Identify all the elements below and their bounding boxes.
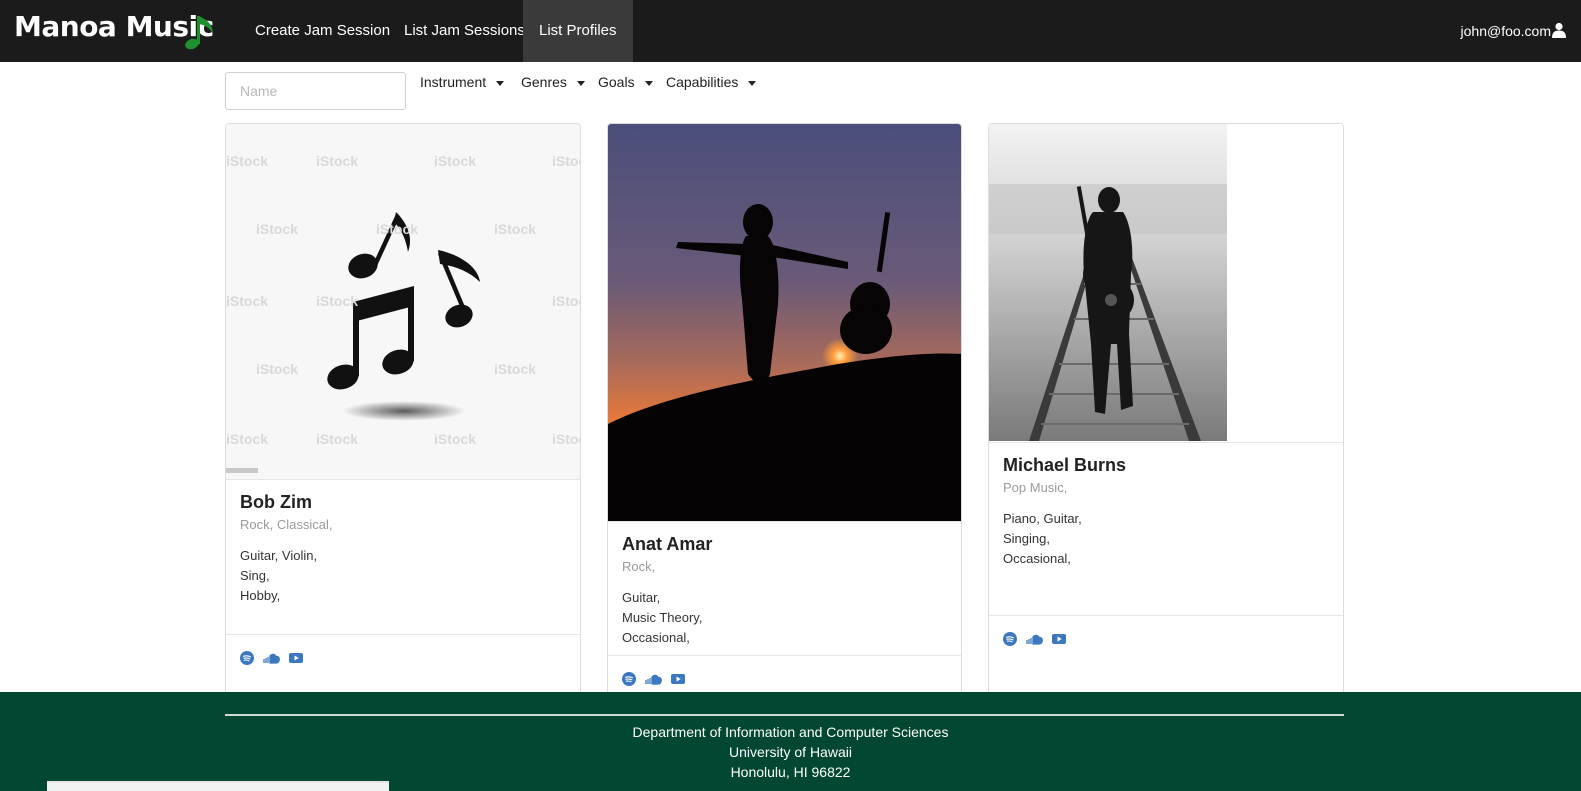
profile-name: Bob Zim xyxy=(240,492,312,512)
soundcloud-icon[interactable] xyxy=(1025,632,1044,646)
capabilities-dropdown[interactable]: Capabilities xyxy=(666,74,757,90)
navbar: Manoa Music Create Jam Session List Jam … xyxy=(0,0,1581,62)
profile-goals: Hobby, xyxy=(240,588,281,603)
footer-address: Honolulu, HI 96822 xyxy=(730,764,851,780)
svg-text:iStock: iStock xyxy=(226,293,268,309)
instrument-dropdown[interactable]: Instrument xyxy=(420,74,505,90)
goals-dropdown-label: Goals xyxy=(598,74,635,90)
svg-text:iStock: iStock xyxy=(256,221,298,237)
svg-text:iStock: iStock xyxy=(226,153,268,169)
capabilities-dropdown-label: Capabilities xyxy=(666,74,739,90)
nav-list-profiles[interactable]: List Profiles xyxy=(523,0,633,62)
spotify-icon[interactable] xyxy=(240,650,254,665)
profile-genres: Rock, Classical, xyxy=(240,517,333,532)
name-search-input[interactable] xyxy=(225,72,406,110)
social-links xyxy=(989,615,1343,662)
profile-image: iStock iStock iStock iStock iStock iStock iSt… xyxy=(226,124,580,479)
profile-description: Piano, Guitar, Singing, Occasional, xyxy=(1003,509,1329,569)
profile-card[interactable]: Michael Burns Pop Music, Piano, Guitar, … xyxy=(988,123,1344,703)
svg-text:iStock: iStock xyxy=(552,293,580,309)
caret-down-icon xyxy=(576,80,585,86)
silhouette-sunset-photo xyxy=(608,124,961,521)
youtube-icon[interactable] xyxy=(670,672,685,686)
profile-name: Michael Burns xyxy=(1003,455,1127,475)
caret-down-icon xyxy=(496,80,505,86)
svg-text:iStock: iStock xyxy=(434,431,476,447)
svg-text:iStock: iStock xyxy=(316,293,358,309)
youtube-icon[interactable] xyxy=(1051,632,1066,646)
soundcloud-icon[interactable] xyxy=(644,672,663,686)
profile-description: Guitar, Music Theory, Occasional, xyxy=(622,588,947,648)
genres-dropdown[interactable]: Genres xyxy=(521,74,585,90)
guitarist-railway-photo xyxy=(989,124,1343,442)
profile-image xyxy=(608,124,961,521)
profile-capabilities: Sing, xyxy=(240,568,270,583)
profile-instruments: Guitar, xyxy=(622,590,661,605)
footer-department: Department of Information and Computer S… xyxy=(632,724,949,740)
profile-genres: Rock, xyxy=(622,559,656,574)
profile-goals: Occasional, xyxy=(622,630,690,645)
profile-description: Guitar, Violin, Sing, Hobby, xyxy=(240,546,566,606)
music-note-icon xyxy=(185,16,213,50)
svg-text:iStock: iStock xyxy=(226,431,268,447)
svg-text:iStock: iStock xyxy=(316,431,358,447)
profile-card[interactable]: Anat Amar Rock, Guitar, Music Theory, Oc… xyxy=(607,123,962,703)
spotify-icon[interactable] xyxy=(1003,631,1017,646)
profile-instruments: Guitar, Violin, xyxy=(240,548,318,563)
footer-divider xyxy=(225,714,1344,716)
genres-dropdown-label: Genres xyxy=(521,74,567,90)
caret-down-icon xyxy=(644,80,653,86)
horizontal-scrollbar[interactable] xyxy=(47,781,389,791)
svg-text:iStock: iStock xyxy=(552,431,580,447)
profile-instruments: Piano, Guitar, xyxy=(1003,511,1082,526)
user-menu[interactable]: john@foo.com xyxy=(1461,0,1551,62)
svg-text:iStock: iStock xyxy=(552,153,580,169)
youtube-icon[interactable] xyxy=(288,651,303,665)
music-notes-illustration: iStock iStock iStock iStock iStock iStock iSt… xyxy=(226,153,580,473)
social-links xyxy=(226,634,580,681)
svg-text:iStock: iStock xyxy=(494,361,536,377)
svg-text:iStock: iStock xyxy=(434,153,476,169)
profile-image xyxy=(989,124,1343,442)
instrument-dropdown-label: Instrument xyxy=(420,74,487,90)
nav-create-jam-session[interactable]: Create Jam Session xyxy=(239,0,406,62)
footer: Department of Information and Computer S… xyxy=(0,692,1581,791)
footer-university: University of Hawaii xyxy=(729,744,852,760)
goals-dropdown[interactable]: Goals xyxy=(598,74,653,90)
svg-text:iStock: iStock xyxy=(494,221,536,237)
profile-goals: Occasional, xyxy=(1003,551,1071,566)
profile-name: Anat Amar xyxy=(622,534,713,554)
svg-text:iStock: iStock xyxy=(316,153,358,169)
profile-content: Anat Amar Rock, Guitar, Music Theory, Oc… xyxy=(608,521,961,648)
svg-text:iStock: iStock xyxy=(376,221,418,237)
caret-down-icon xyxy=(748,80,757,86)
spotify-icon[interactable] xyxy=(622,671,636,686)
svg-text:iStock: iStock xyxy=(256,361,298,377)
user-icon[interactable] xyxy=(1551,22,1567,38)
profile-capabilities: Singing, xyxy=(1003,531,1050,546)
soundcloud-icon[interactable] xyxy=(262,651,281,665)
profile-genres: Pop Music, xyxy=(1003,480,1068,495)
profile-card[interactable]: iStock iStock iStock iStock iStock iStock iSt… xyxy=(225,123,581,703)
profile-content: Bob Zim Rock, Classical, Guitar, Violin,… xyxy=(226,479,580,606)
nav-list-jam-sessions[interactable]: List Jam Sessions xyxy=(388,0,541,62)
profile-content: Michael Burns Pop Music, Piano, Guitar, … xyxy=(989,442,1343,569)
profile-capabilities: Music Theory, xyxy=(622,610,703,625)
